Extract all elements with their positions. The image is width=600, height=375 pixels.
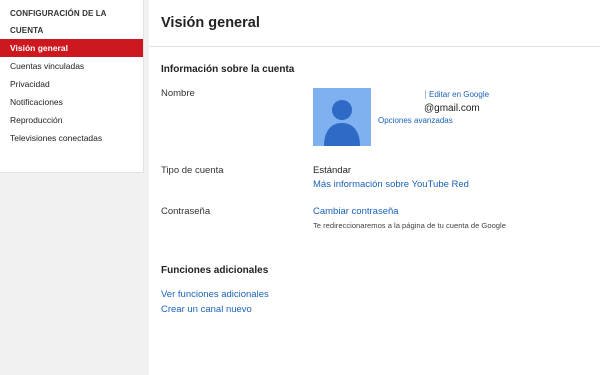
edit-in-google-link[interactable]: Editar en Google xyxy=(429,90,489,99)
avatar[interactable] xyxy=(313,88,371,146)
sidebar-item-vision-general[interactable]: Visión general xyxy=(0,39,143,57)
main-header: Visión general xyxy=(149,0,600,47)
edit-separator xyxy=(425,90,426,99)
user-silhouette-icon xyxy=(324,100,360,146)
password-label: Contraseña xyxy=(161,206,211,217)
create-channel-link[interactable]: Crear un canal nuevo xyxy=(161,304,252,315)
advanced-options-link[interactable]: Opciones avanzadas xyxy=(378,116,453,125)
sidebar-title: CONFIGURACIÓN DE LA CUENTA xyxy=(10,9,107,35)
sidebar-item-reproduccion[interactable]: Reproducción xyxy=(0,111,143,129)
account-info-heading: Información sobre la cuenta xyxy=(161,64,295,75)
settings-sidebar: CONFIGURACIÓN DE LA CUENTA Visión genera… xyxy=(0,0,144,173)
sidebar-item-cuentas-vinculadas[interactable]: Cuentas vinculadas xyxy=(0,57,143,75)
change-password-link[interactable]: Cambiar contraseña xyxy=(313,206,399,217)
youtube-red-info-link[interactable]: Más información sobre YouTube Red xyxy=(313,179,469,190)
sidebar-item-privacidad[interactable]: Privacidad xyxy=(0,75,143,93)
redirect-note: Te redireccionaremos a la página de tu c… xyxy=(313,221,506,230)
account-type-label: Tipo de cuenta xyxy=(161,165,224,176)
settings-page: CONFIGURACIÓN DE LA CUENTA Visión genera… xyxy=(0,0,600,375)
view-additional-features-link[interactable]: Ver funciones adicionales xyxy=(161,289,269,300)
page-title: Visión general xyxy=(161,15,260,31)
name-label: Nombre xyxy=(161,88,195,99)
sidebar-nav: Visión general Cuentas vinculadas Privac… xyxy=(0,39,143,147)
sidebar-item-televisiones-conectadas[interactable]: Televisiones conectadas xyxy=(0,129,143,147)
account-email: @gmail.com xyxy=(424,103,480,114)
sidebar-item-notificaciones[interactable]: Notificaciones xyxy=(0,93,143,111)
account-type-value: Estándar xyxy=(313,165,352,176)
main-panel: Visión general Información sobre la cuen… xyxy=(149,0,600,375)
additional-features-heading: Funciones adicionales xyxy=(161,265,269,276)
